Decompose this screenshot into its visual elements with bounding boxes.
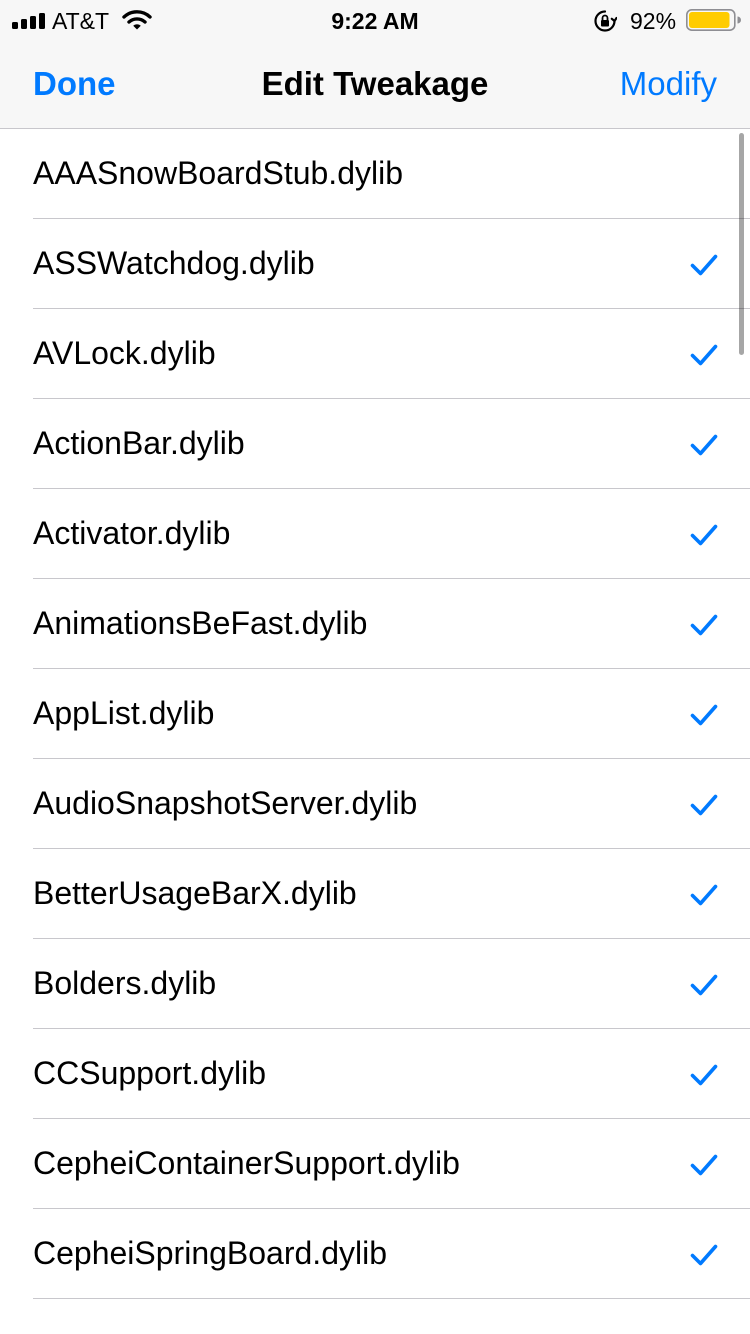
list-item[interactable]: AnimationsBeFast.dylib — [0, 579, 750, 669]
list-item-label: AppList.dylib — [33, 695, 215, 731]
list-item-label: BetterUsageBarX.dylib — [33, 875, 357, 911]
list-item[interactable]: AVLock.dylib — [0, 309, 750, 399]
battery-icon — [686, 9, 741, 31]
list-item-label: CepheiContainerSupport.dylib — [33, 1145, 460, 1181]
list-item[interactable]: BetterUsageBarX.dylib — [0, 849, 750, 939]
checkmark-icon — [690, 254, 718, 276]
checkmark-icon — [690, 1244, 718, 1266]
battery-percent: 92% — [630, 8, 677, 34]
tweak-list: AAASnowBoardStub.dylib ASSWatchdog.dylib A… — [0, 129, 750, 1299]
checkmark-icon — [690, 344, 718, 366]
list-item[interactable]: Activator.dylib — [0, 489, 750, 579]
list-item[interactable]: CepheiSpringBoard.dylib — [0, 1209, 750, 1299]
checkmark-icon — [690, 614, 718, 636]
list-item-label: Activator.dylib — [33, 515, 231, 551]
status-bar: AT&T 9:22 AM 92% — [0, 0, 750, 40]
list-item[interactable]: ActionBar.dylib — [0, 399, 750, 489]
list-item-label: Bolders.dylib — [33, 965, 217, 1001]
modify-button[interactable]: Modify — [620, 62, 717, 106]
checkmark-icon — [690, 704, 718, 726]
checkmark-icon — [690, 1154, 718, 1176]
list-item-label: AVLock.dylib — [33, 335, 216, 371]
list-item-label: AnimationsBeFast.dylib — [33, 605, 368, 641]
list-item-label: AudioSnapshotServer.dylib — [33, 785, 418, 821]
checkmark-icon — [690, 524, 718, 546]
navigation-bar: Done Edit Tweakage Modify — [0, 40, 750, 129]
list-item-label: AAASnowBoardStub.dylib — [33, 155, 403, 191]
list-item[interactable]: AudioSnapshotServer.dylib — [0, 759, 750, 849]
list-item[interactable]: AAASnowBoardStub.dylib — [0, 129, 750, 219]
list-item[interactable]: CCSupport.dylib — [0, 1029, 750, 1119]
checkmark-icon — [690, 794, 718, 816]
list-item-label: ASSWatchdog.dylib — [33, 245, 315, 281]
list-item-label: CepheiSpringBoard.dylib — [33, 1235, 387, 1271]
list-item[interactable]: AppList.dylib — [0, 669, 750, 759]
checkmark-icon — [690, 434, 718, 456]
checkmark-icon — [690, 974, 718, 996]
list-item-label: CCSupport.dylib — [33, 1055, 266, 1091]
list-item[interactable]: ASSWatchdog.dylib — [0, 219, 750, 309]
list-item-label: ActionBar.dylib — [33, 425, 245, 461]
scroll-indicator[interactable] — [739, 133, 744, 355]
checkmark-icon — [690, 884, 718, 906]
list-item[interactable]: Bolders.dylib — [0, 939, 750, 1029]
checkmark-icon — [690, 1064, 718, 1086]
list-item[interactable]: CepheiContainerSupport.dylib — [0, 1119, 750, 1209]
orientation-lock-icon — [594, 10, 617, 32]
